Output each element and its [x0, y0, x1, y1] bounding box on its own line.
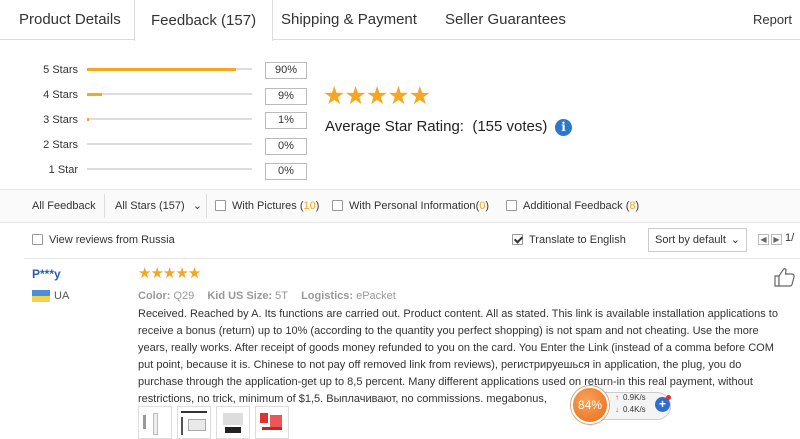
- histogram-label: 1 Star: [48, 164, 78, 176]
- notification-dot: [666, 395, 671, 400]
- review-text-line: purchase through the application-get up …: [138, 376, 753, 388]
- network-speed-widget[interactable]: 84% ↑ 0.9K/s ↓ 0.4K/s +: [571, 386, 675, 424]
- vote-count: (155 votes): [472, 118, 548, 135]
- ukraine-flag-icon: [32, 290, 50, 302]
- sort-dropdown[interactable]: Sort by default ⌄: [648, 228, 747, 252]
- view-russia-label: View reviews from Russia: [49, 234, 175, 246]
- histogram-label: 5 Stars: [43, 64, 78, 76]
- review-text: Received. Reached by A. Its functions ar…: [138, 306, 800, 408]
- upload-speed: ↑ 0.9K/s: [615, 393, 646, 403]
- size-label: Kid US Size:: [207, 290, 273, 302]
- additional-label: Additional Feedback: [523, 200, 623, 212]
- chevron-down-icon: ⌄: [192, 200, 202, 212]
- filter-divider: [104, 194, 105, 218]
- histogram-fill: [87, 93, 102, 96]
- review-text-line: Received. Reached by A. Its functions ar…: [138, 308, 778, 320]
- pager-prev-button[interactable]: ◀: [758, 234, 769, 245]
- with-pictures-label: With Pictures: [232, 200, 297, 212]
- with-personal-count: 0: [479, 200, 486, 212]
- size-value: 5T: [275, 290, 289, 302]
- color-label: Color:: [138, 290, 171, 302]
- checkbox-checked[interactable]: [512, 234, 523, 245]
- all-stars-dropdown[interactable]: All Stars (157) ⌄: [115, 190, 202, 222]
- view-russia-filter[interactable]: View reviews from Russia: [32, 224, 175, 256]
- histogram-track: [87, 118, 252, 121]
- translate-label: Translate to English: [529, 234, 626, 246]
- logistics-value: ePacket: [356, 290, 396, 302]
- review-attributes: Color: Q29 Kid US Size: 5T Logistics: eP…: [138, 289, 406, 303]
- checkbox[interactable]: [32, 234, 43, 245]
- thumbs-up-icon[interactable]: [774, 267, 796, 287]
- average-rating-label: Average Star Rating:: [325, 118, 464, 135]
- arrow-down-icon: ↓: [615, 405, 619, 414]
- histogram-label: 2 Stars: [43, 139, 78, 151]
- histogram-percent: 1%: [265, 112, 307, 129]
- average-rating-text: Average Star Rating: (155 votes): [325, 117, 547, 137]
- pager-text: 1/: [785, 232, 795, 244]
- reviewer-name[interactable]: P***y: [32, 267, 61, 281]
- histogram-track: [87, 68, 252, 71]
- checkbox[interactable]: [332, 200, 343, 211]
- review-photo-thumbnail[interactable]: [216, 406, 250, 439]
- review-photo-thumbnail[interactable]: [138, 406, 172, 439]
- histogram-track: [87, 168, 252, 170]
- review-photo-thumbnail[interactable]: [255, 406, 289, 439]
- tab-product-details[interactable]: Product Details: [19, 0, 121, 40]
- histogram-percent: 0%: [265, 163, 307, 180]
- with-personal-label: With Personal Information: [349, 200, 476, 212]
- histogram-track: [87, 93, 252, 96]
- filter-divider: [206, 194, 207, 218]
- chevron-down-icon: ⌄: [730, 234, 740, 246]
- review-text-line: years, really works. After receipt of go…: [138, 342, 774, 354]
- download-speed: ↓ 0.4K/s: [615, 405, 646, 415]
- histogram-label: 3 Stars: [43, 114, 78, 126]
- review-options-bar: View reviews from Russia Translate to En…: [0, 224, 800, 256]
- all-feedback-filter[interactable]: All Feedback: [32, 190, 96, 222]
- reviewer-country: UA: [54, 290, 70, 302]
- tab-feedback[interactable]: Feedback (157): [134, 0, 274, 41]
- review-text-line: put point, because it is. Chinese to not…: [138, 359, 742, 371]
- histogram-label: 4 Stars: [43, 89, 78, 101]
- average-star-icons: ★★★★★: [323, 82, 431, 110]
- histogram-percent: 90%: [265, 62, 307, 79]
- additional-count: 8: [629, 200, 636, 212]
- with-pictures-count: 10: [303, 200, 316, 212]
- histogram-fill: [87, 68, 236, 71]
- color-value: Q29: [173, 290, 195, 302]
- with-personal-info-filter[interactable]: With Personal Information(0): [332, 190, 489, 222]
- checkbox[interactable]: [506, 200, 517, 211]
- upload-speed-value: 0.9K/s: [623, 393, 646, 402]
- checkbox[interactable]: [215, 200, 226, 211]
- report-link[interactable]: Report: [753, 0, 792, 40]
- feedback-filter-bar: All Feedback All Stars (157) ⌄ With Pictu…: [0, 189, 800, 223]
- translate-option[interactable]: Translate to English: [512, 224, 626, 256]
- tab-shipping-payment[interactable]: Shipping & Payment: [281, 0, 417, 40]
- histogram-track: [87, 143, 252, 145]
- review-star-icons: ★★★★★: [138, 265, 201, 282]
- all-stars-label: All Stars (157): [115, 200, 185, 212]
- review-photo-thumbnail[interactable]: [177, 406, 211, 439]
- logistics-label: Logistics:: [301, 290, 354, 302]
- tab-seller-guarantees[interactable]: Seller Guarantees: [445, 0, 566, 40]
- divider: [24, 258, 800, 259]
- histogram-percent: 9%: [265, 88, 307, 105]
- download-speed-value: 0.4K/s: [623, 405, 646, 414]
- pager-next-button[interactable]: ▶: [771, 234, 782, 245]
- tab-bar: Product Details Feedback (157) Shipping …: [0, 0, 800, 41]
- with-pictures-filter[interactable]: With Pictures (10): [215, 190, 319, 222]
- histogram-fill: [87, 118, 90, 121]
- info-icon[interactable]: i: [555, 119, 572, 136]
- additional-feedback-filter[interactable]: Additional Feedback (8): [506, 190, 639, 222]
- arrow-up-icon: ↑: [615, 393, 619, 402]
- cpu-usage-indicator[interactable]: 84%: [571, 386, 609, 424]
- sort-label: Sort by default: [655, 234, 726, 246]
- review-text-line: receive a bonus (return) up to 10% (acco…: [138, 325, 759, 337]
- histogram-percent: 0%: [265, 138, 307, 155]
